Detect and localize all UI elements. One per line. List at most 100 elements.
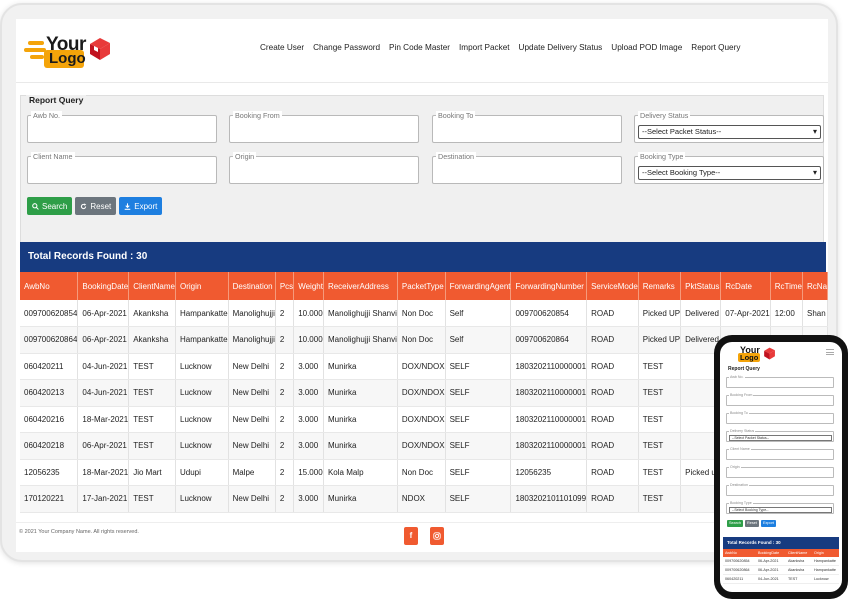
booking-type-field: Booking Type --Select Booking Type-- ▾ <box>634 152 824 184</box>
mobile-table-header-row: AwbNo BookingDate ClientName Origin <box>723 549 839 557</box>
package-icon <box>764 347 775 360</box>
column-header-weight[interactable]: Weight <box>293 272 324 300</box>
table-cell: SELF <box>445 432 512 460</box>
mobile-booking-from-field[interactable]: Booking From <box>726 393 834 406</box>
table-cell: 2 <box>275 326 295 354</box>
table-cell: ROAD <box>586 379 639 407</box>
table-row[interactable]: 060420216 18-Mar-2021 TEST Lucknow New Delhi… <box>20 406 828 433</box>
mobile-awb-field[interactable]: Awb No. <box>726 375 834 388</box>
table-cell: 12:00 <box>770 300 804 327</box>
table-cell: ROAD <box>586 406 639 433</box>
mobile-booking-type-field[interactable]: Booking Type --Select Booking Type-- <box>726 501 834 514</box>
column-header-rcna[interactable]: RcNa <box>802 272 828 300</box>
logo[interactable]: Your Logo <box>24 31 116 71</box>
mobile-table-cell: 04-Jun-2021 <box>758 577 779 581</box>
results-table-container[interactable]: AwbNo BookingDate ClientName Origin Destinat… <box>20 272 828 522</box>
booking-to-field[interactable]: Booking To <box>432 111 622 143</box>
export-button[interactable]: Export <box>119 197 163 215</box>
booking-to-input[interactable] <box>436 125 616 139</box>
table-cell: 1803202110000001 <box>510 406 588 433</box>
column-header-forwardingnumber[interactable]: ForwardingNumber <box>510 272 588 300</box>
table-row[interactable]: 009700620864 06-Apr-2021 Akanksha Hampankat… <box>20 326 828 354</box>
table-cell: TEST <box>638 406 682 433</box>
mobile-results-table[interactable]: AwbNo BookingDate ClientName Origin 0097… <box>723 549 839 584</box>
column-header-rctime[interactable]: RcTime <box>770 272 804 300</box>
client-name-input[interactable] <box>31 166 211 180</box>
table-cell: 060420213 <box>20 379 79 407</box>
delivery-status-select[interactable]: --Select Packet Status-- ▾ <box>638 125 821 139</box>
mobile-reset-button[interactable]: Reset <box>745 520 759 527</box>
table-row[interactable]: 060420218 06-Apr-2021 TEST Lucknow New Delhi… <box>20 432 828 460</box>
booking-from-field[interactable]: Booking From <box>229 111 419 143</box>
mobile-action-buttons: Search Reset Export <box>727 520 776 527</box>
table-row[interactable]: 060420213 04-Jun-2021 TEST Lucknow New Delhi… <box>20 379 828 407</box>
booking-from-input[interactable] <box>233 125 413 139</box>
nav-pin-code-master[interactable]: Pin Code Master <box>389 43 450 52</box>
column-header-servicemode[interactable]: ServiceMode <box>586 272 639 300</box>
table-cell: New Delhi <box>228 432 276 460</box>
mobile-origin-field[interactable]: Origin <box>726 465 834 478</box>
nav-create-user[interactable]: Create User <box>260 43 304 52</box>
nav-change-password[interactable]: Change Password <box>313 43 380 52</box>
mobile-export-button[interactable]: Export <box>760 520 776 527</box>
table-cell: Lucknow <box>175 379 229 407</box>
column-header-destination[interactable]: Destination <box>228 272 276 300</box>
mobile-delivery-status-select[interactable]: --Select Packet Status-- <box>729 435 832 441</box>
column-header-awbno[interactable]: AwbNo <box>20 272 79 300</box>
mobile-destination-field[interactable]: Destination <box>726 483 834 496</box>
destination-field[interactable]: Destination <box>432 152 622 184</box>
table-cell: New Delhi <box>228 485 276 513</box>
instagram-icon[interactable] <box>430 527 444 545</box>
column-header-clientname[interactable]: ClientName <box>128 272 176 300</box>
awb-input[interactable] <box>31 125 211 139</box>
hamburger-menu-icon[interactable] <box>826 349 834 355</box>
table-row[interactable]: 12056235 18-Mar-2021 Jio Mart Udupi Malpe 2 15… <box>20 459 828 486</box>
nav-update-delivery-status[interactable]: Update Delivery Status <box>519 43 603 52</box>
awb-field[interactable]: Awb No. <box>27 111 217 143</box>
mobile-booking-type-select[interactable]: --Select Booking Type-- <box>729 507 832 513</box>
table-cell: 18-Mar-2021 <box>77 459 130 486</box>
facebook-icon[interactable]: f <box>404 527 418 545</box>
column-header-pktstatus[interactable]: PktStatus <box>680 272 722 300</box>
table-cell: Non Doc <box>397 300 446 327</box>
table-row[interactable]: 009700620854 06-Apr-2021 Akanksha Hampankat… <box>20 300 828 327</box>
table-cell: Akanksha <box>128 326 176 354</box>
mobile-table-cell: Hampankatte <box>814 559 836 563</box>
column-header-receiveraddress[interactable]: ReceiverAddress <box>323 272 398 300</box>
origin-input[interactable] <box>233 166 413 180</box>
column-header-bookingdate[interactable]: BookingDate <box>77 272 130 300</box>
table-cell: 1803202110000001 <box>510 432 588 460</box>
client-name-field[interactable]: Client Name <box>27 152 217 184</box>
booking-type-select[interactable]: --Select Booking Type-- ▾ <box>638 166 821 180</box>
column-header-rcdate[interactable]: RcDate <box>720 272 771 300</box>
mobile-delivery-status-field[interactable]: Delivery Status --Select Packet Status-- <box>726 429 834 442</box>
column-header-origin[interactable]: Origin <box>175 272 229 300</box>
table-cell: ROAD <box>586 353 639 380</box>
mobile-table-row[interactable]: 009700620854 06-Apr-2021 Akanksha Hampan… <box>723 557 839 566</box>
reset-button[interactable]: Reset <box>75 197 117 215</box>
mobile-logo[interactable]: Your Logo <box>728 345 778 363</box>
column-header-pcs[interactable]: Pcs <box>275 272 295 300</box>
mobile-client-name-field[interactable]: Client Name <box>726 447 834 460</box>
mobile-booking-to-field[interactable]: Booking To <box>726 411 834 424</box>
column-header-remarks[interactable]: Remarks <box>638 272 682 300</box>
column-header-packettype[interactable]: PacketType <box>397 272 446 300</box>
search-button[interactable]: Search <box>27 197 73 215</box>
mobile-table-cell: Hampankatte <box>814 568 836 572</box>
table-cell: 2 <box>275 379 295 407</box>
mobile-table-row[interactable]: 009700620864 06-Apr-2021 Akanksha Hampan… <box>723 566 839 575</box>
table-cell: Manolighujji <box>228 300 276 327</box>
table-row[interactable]: 170120221 17-Jan-2021 TEST Lucknow New Delhi… <box>20 485 828 513</box>
column-header-forwardingagent[interactable]: ForwardingAgent <box>445 272 512 300</box>
origin-field[interactable]: Origin <box>229 152 419 184</box>
table-cell: Hampankatte <box>175 300 229 327</box>
table-cell: Kola Malp <box>323 459 398 486</box>
mobile-search-button[interactable]: Search <box>727 520 744 527</box>
nav-import-packet[interactable]: Import Packet <box>459 43 510 52</box>
nav-report-query[interactable]: Report Query <box>691 43 740 52</box>
destination-input[interactable] <box>436 166 616 180</box>
table-body: 009700620854 06-Apr-2021 Akanksha Hampankat… <box>20 300 828 513</box>
nav-upload-pod-image[interactable]: Upload POD Image <box>611 43 682 52</box>
table-row[interactable]: 060420211 04-Jun-2021 TEST Lucknow New Delhi… <box>20 353 828 380</box>
mobile-table-row[interactable]: 060420211 04-Jun-2021 TEST Lucknow <box>723 575 839 584</box>
